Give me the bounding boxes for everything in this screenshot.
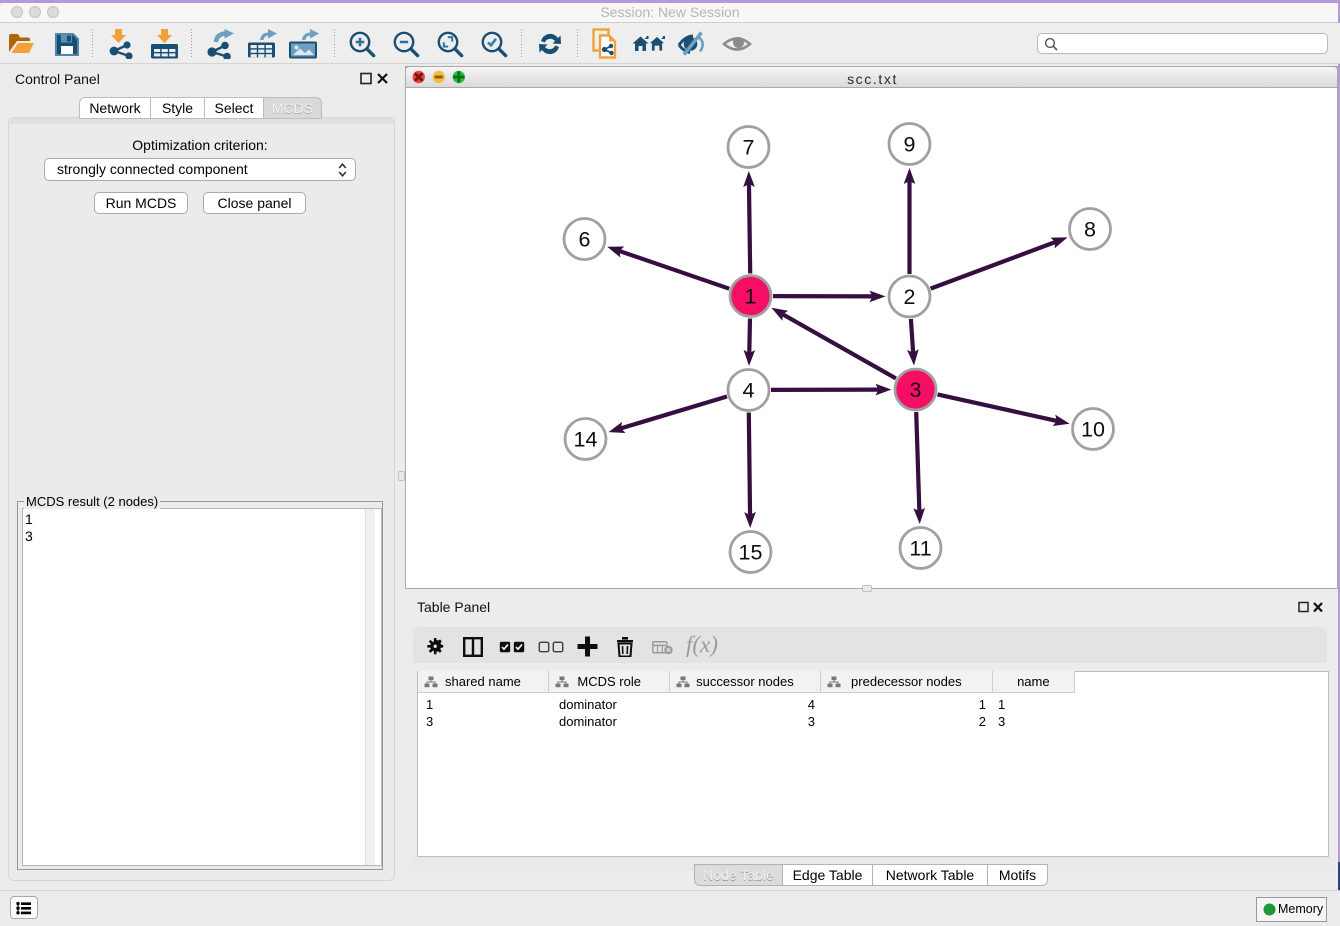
svg-text:8: 8 [1084, 218, 1096, 242]
svg-text:7: 7 [743, 136, 755, 160]
svg-text:11: 11 [909, 537, 931, 561]
svg-text:14: 14 [574, 428, 598, 452]
svg-text:4: 4 [743, 379, 755, 403]
svg-text:15: 15 [739, 541, 763, 565]
svg-text:9: 9 [904, 133, 916, 157]
svg-text:1: 1 [745, 285, 757, 309]
svg-text:3: 3 [910, 378, 922, 402]
svg-text:2: 2 [904, 285, 916, 309]
svg-text:6: 6 [579, 228, 591, 252]
svg-text:10: 10 [1081, 418, 1105, 442]
